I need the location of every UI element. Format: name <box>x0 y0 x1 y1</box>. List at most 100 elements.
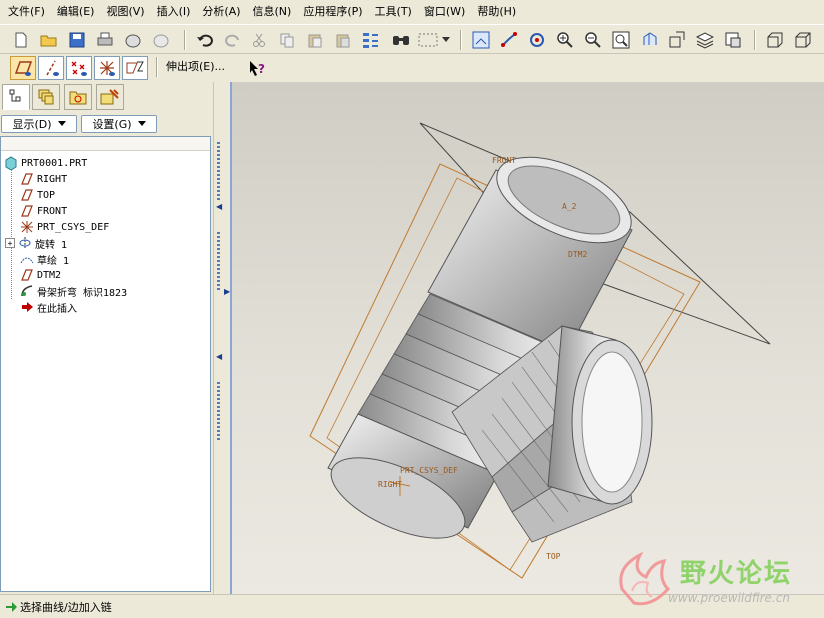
redo-icon[interactable] <box>222 29 244 51</box>
tree-item-label: PRT0001.PRT <box>21 157 88 169</box>
new-icon[interactable] <box>10 29 32 51</box>
navigator-panel: 显示(D) 设置(G) PRT0001.PRT RIGHT TOP FRONT <box>0 82 213 594</box>
menu-view[interactable]: 视图(V) <box>100 2 150 22</box>
main-toolbar <box>0 24 824 54</box>
spin-center-icon[interactable] <box>526 29 548 51</box>
menu-window[interactable]: 窗口(W) <box>418 2 471 22</box>
tree-item-label: 在此插入 <box>37 303 77 315</box>
regenerate-icon[interactable] <box>360 29 382 51</box>
spinal-bend-icon <box>19 284 35 298</box>
tree-item-dtm2[interactable]: DTM2 <box>19 267 61 283</box>
paste-special-icon[interactable] <box>332 29 354 51</box>
repaint-icon[interactable] <box>470 29 492 51</box>
right-label: RIGHT <box>378 480 403 489</box>
tree-item-right[interactable]: RIGHT <box>19 171 67 187</box>
settings-dropdown[interactable]: 设置(G) <box>81 115 157 133</box>
select-box-icon[interactable] <box>416 29 440 51</box>
shading-icon[interactable] <box>764 29 786 51</box>
dtm2-label: DTM2 <box>568 250 588 259</box>
tree-item-label: 旋转 1 <box>35 239 68 251</box>
menu-insert[interactable]: 插入(I) <box>151 2 197 22</box>
status-message: 选择曲线/边加入链 <box>20 600 112 614</box>
flame-logo-icon <box>619 551 671 606</box>
tree-item-label: TOP <box>37 189 56 201</box>
collapse-left-icon[interactable]: ◀ <box>216 202 222 211</box>
tree-item-label: 骨架折弯 标识1823 <box>37 287 128 299</box>
tree-item-csys[interactable]: PRT_CSYS_DEF <box>19 219 109 235</box>
orient-icon[interactable] <box>498 29 520 51</box>
part-icon <box>3 156 19 170</box>
expand-toggle[interactable]: + <box>5 238 15 248</box>
model-tree-tab[interactable] <box>2 84 30 110</box>
print-icon[interactable] <box>94 29 116 51</box>
axis-label: A_2 <box>562 202 577 211</box>
top-label: TOP <box>546 552 561 561</box>
refit-icon[interactable] <box>610 29 632 51</box>
panel-sash[interactable]: ◀ ◀ ▶ <box>213 82 230 594</box>
tree-item-label: FRONT <box>37 205 68 217</box>
tree-item-spinal-bend[interactable]: 骨架折弯 标识1823 <box>19 283 127 299</box>
menu-analysis[interactable]: 分析(A) <box>196 2 246 22</box>
csys-filter-icon[interactable] <box>94 56 120 80</box>
watermark-url: www.proewildfire.cn <box>668 591 790 605</box>
menu-bar: 文件(F) 编辑(E) 视图(V) 插入(I) 分析(A) 信息(N) 应用程序… <box>0 0 824 24</box>
axis-filter-icon[interactable] <box>38 56 64 80</box>
menu-help[interactable]: 帮助(H) <box>471 2 522 22</box>
reorient-icon[interactable] <box>638 29 660 51</box>
settings-label: 设置(G) <box>92 118 132 131</box>
annotation-filter-icon[interactable] <box>122 56 148 80</box>
zoom-in-icon[interactable] <box>554 29 576 51</box>
find-icon[interactable] <box>390 29 412 51</box>
menu-edit[interactable]: 编辑(E) <box>51 2 101 22</box>
model-view[interactable] <box>232 82 824 594</box>
paste-icon[interactable] <box>304 29 326 51</box>
tree-item-top[interactable]: TOP <box>19 187 55 203</box>
layer-tree-tab[interactable] <box>32 84 60 110</box>
menu-applications[interactable]: 应用程序(P) <box>297 2 368 22</box>
hidden-line-icon[interactable] <box>792 29 814 51</box>
model-tree-icon[interactable] <box>150 29 172 51</box>
undo-icon[interactable] <box>194 29 216 51</box>
send-icon[interactable] <box>122 29 144 51</box>
open-icon[interactable] <box>38 29 60 51</box>
sash-grip[interactable] <box>217 382 220 442</box>
tree-item-root[interactable]: PRT0001.PRT <box>3 155 87 171</box>
sash-grip[interactable] <box>217 142 220 202</box>
plane-filter-icon[interactable] <box>10 56 36 80</box>
tree-item-insert-here[interactable]: 在此插入 <box>19 299 77 315</box>
csys-icon <box>19 220 35 234</box>
front-label: FRONT <box>492 156 517 165</box>
datum-plane-icon <box>19 204 35 218</box>
menu-info[interactable]: 信息(N) <box>247 2 298 22</box>
chevron-down-icon[interactable] <box>440 29 452 51</box>
favorites-tab[interactable] <box>96 84 124 110</box>
insert-here-icon <box>19 300 35 314</box>
save-icon[interactable] <box>66 29 88 51</box>
layers-icon[interactable] <box>694 29 716 51</box>
zoom-out-icon[interactable] <box>582 29 604 51</box>
svg-text:?: ? <box>258 62 265 76</box>
point-filter-icon[interactable] <box>66 56 92 80</box>
menu-tools[interactable]: 工具(T) <box>369 2 418 22</box>
collapse-left-icon[interactable]: ◀ <box>216 352 222 361</box>
view-manager-icon[interactable] <box>722 29 744 51</box>
extend-label[interactable]: 伸出项(E)... <box>166 58 225 76</box>
tree-item-revolve[interactable]: + 旋转 1 <box>5 235 67 251</box>
cut-icon[interactable] <box>248 29 270 51</box>
tree-item-label: 草绘 1 <box>37 255 70 267</box>
sash-grip[interactable] <box>217 232 220 292</box>
tree-item-sketch[interactable]: 草绘 1 <box>19 251 69 267</box>
folder-browser-tab[interactable] <box>64 84 92 110</box>
datum-plane-icon <box>19 172 35 186</box>
copy-icon[interactable] <box>276 29 298 51</box>
info-arrow-icon <box>6 601 17 612</box>
tree-connector <box>11 161 12 299</box>
named-views-icon[interactable] <box>666 29 688 51</box>
context-help-icon[interactable]: ? <box>246 57 268 79</box>
show-dropdown[interactable]: 显示(D) <box>1 115 77 133</box>
forum-watermark: 野火论坛 www.proewildfire.cn <box>612 549 820 611</box>
tree-item-front[interactable]: FRONT <box>19 203 67 219</box>
menu-file[interactable]: 文件(F) <box>2 2 51 22</box>
tree-item-label: RIGHT <box>37 173 68 185</box>
graphics-window[interactable]: FRONT A_2 DTM2 PRT_CSYS_DEF RIGHT TOP <box>230 82 824 594</box>
